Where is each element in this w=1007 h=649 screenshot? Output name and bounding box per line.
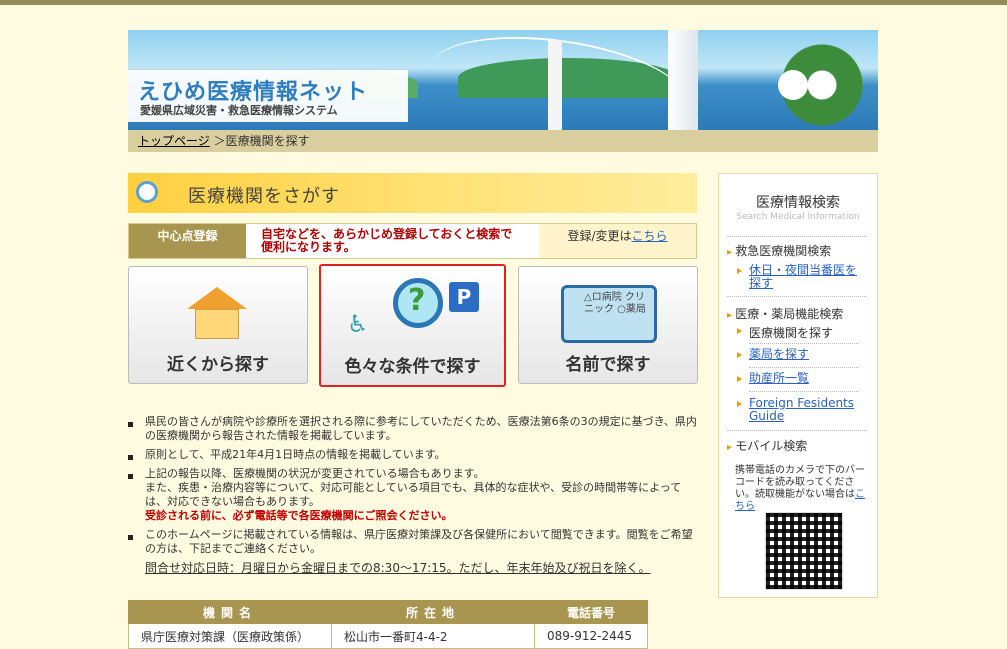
search-nearby-button[interactable]: 近くから探す [128,266,308,384]
divider [727,296,867,297]
register-link[interactable]: こちら [632,229,668,243]
magnifier-question-icon: ? [393,278,443,328]
top-border [0,0,1007,5]
divider [749,367,859,368]
table-row: 県庁医療対策課（医療政策係） 松山市一番町4-4-2 089-912-2445 [128,623,648,649]
divider [749,391,859,392]
parking-icon: P [449,282,479,312]
column-header: 所在地 [331,600,535,624]
list-item: 原則として、平成21年4月1日時点の情報を掲載しています。 [128,448,697,462]
search-by-conditions-label: 色々な条件で探す [344,357,481,377]
header-banner: えひめ医療情報ネット 愛媛県広域災害・救急医療情報システム [128,30,878,130]
search-by-name-button[interactable]: △ロ病院 クリニック ○薬局 名前で探す [518,266,698,384]
note-text: また、疾患・治療内容等について、対応可能としている項目でも、具体的な症状や、受診… [145,481,682,508]
sidebar-title: 医療情報検索 [756,195,840,211]
table-cell: 松山市一番町4-4-2 [331,623,535,649]
table-cell: 089-912-2445 [534,623,648,649]
page-title-bar: 医療機関をさがす [128,173,697,213]
divider [749,343,859,344]
wheelchair-icon: ♿ [347,310,369,338]
note-text: 上記の報告以降、医療機関の状況が変更されている場合もあります。 [145,467,485,480]
sidebar-section-emergency: 救急医療機関検索 [727,242,831,259]
table-cell: 県庁医療対策課（医療政策係） [128,623,332,649]
flower-graphic [778,70,808,100]
house-icon [187,287,247,339]
bridge-tower-graphic [668,30,698,130]
table-header-row: 機関名 所在地 電話番号 [128,600,648,624]
sidebar-subtitle: Search Medical Information [736,212,860,222]
sidebar-section-mobile: モバイル検索 [727,437,807,454]
sidebar-item-foreign-guide[interactable]: Foreign Fesidents Guide [737,397,859,423]
mobile-instructions: 携帯電話のカメラで下のバーコードを読み取ってください。読取機能がない場合はこちら [735,465,865,513]
column-header: 電話番号 [534,600,648,624]
register-label: 中心点登録 [129,224,246,258]
list-item: 上記の報告以降、医療機関の状況が変更されている場合もあります。 また、疾患・治療… [128,467,697,523]
book-icon: △ロ病院 クリニック ○薬局 [561,285,657,343]
register-right-text: 登録/変更は [567,229,632,243]
divider [727,236,867,237]
divider [727,430,867,431]
flower-graphic [738,40,878,130]
contact-table: 機関名 所在地 電話番号 県庁医療対策課（医療政策係） 松山市一番町4-4-2 … [128,600,648,649]
breadcrumb-separator: ＞ [213,134,226,148]
bridge-tower-graphic [548,40,562,130]
book-icon-text: △ロ病院 クリニック ○薬局 [584,292,646,315]
search-by-conditions-button[interactable]: ♿ ? P 色々な条件で探す [319,264,506,387]
site-subtitle: 愛媛県広域災害・救急医療情報システム [140,104,338,117]
register-message: 自宅などを、あらかじめ登録しておくと検索で便利になります。 [261,227,513,254]
contact-hours: 問合せ対応日時：月曜日から金曜日までの8:30〜17:15。ただし、年末年始及び… [145,561,651,575]
qr-code-icon [765,512,843,590]
breadcrumb: トップページ ＞医療機関を探す [128,130,878,152]
search-by-name-label: 名前で探す [565,355,651,375]
note-alert-text: 受診される前に、必ず電話等で各医療機関にご照会ください。 [145,509,453,522]
center-point-registration: 中心点登録 自宅などを、あらかじめ登録しておくと検索で便利になります。 登録/変… [128,223,697,259]
sidebar-item-medical-institutions[interactable]: 医療機関を探す [736,324,833,341]
search-nearby-label: 近くから探す [167,355,269,375]
sidebar-section-medical-pharmacy: 医療・薬局機能検索 [727,305,843,322]
stethoscope-icon [136,181,158,203]
mobile-text: 携帯電話のカメラで下のバーコードを読み取ってください。読取機能がない場合は [735,465,865,500]
page-title: 医療機関をさがす [188,186,340,207]
list-item: このホームページに掲載されている情報は、県庁医療対策課及び各保健所において閲覧で… [128,528,697,556]
column-header: 機関名 [128,600,332,624]
list-item: 県民の皆さんが病院や診療所を選択される際に参考にしていただくため、医療法第6条の… [128,415,697,443]
sidebar-item-pharmacy[interactable]: 薬局を探す [737,348,859,361]
register-link-area: 登録/変更はこちら [539,224,696,258]
sidebar-item-holiday-night[interactable]: 休日・夜間当番医を探す [737,264,859,290]
breadcrumb-home-link[interactable]: トップページ [138,134,210,148]
breadcrumb-current: 医療機関を探す [225,134,310,148]
sidebar: 医療情報検索 Search Medical Information 救急医療機関… [718,173,878,598]
sidebar-item-midwife[interactable]: 助産所一覧 [737,372,859,385]
notes-list: 県民の皆さんが病院や診療所を選択される際に参考にしていただくため、医療法第6条の… [128,415,697,575]
